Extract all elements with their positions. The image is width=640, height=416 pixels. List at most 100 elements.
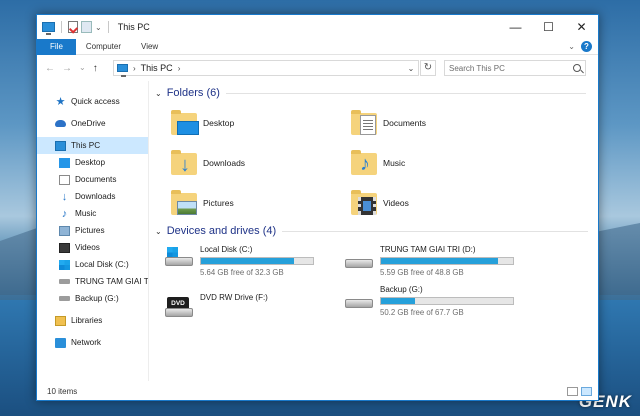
drive-free-space: 50.2 GB free of 67.7 GB xyxy=(380,308,464,317)
tab-computer[interactable]: Computer xyxy=(76,39,131,55)
devices-section-header[interactable]: ⌄ Devices and drives (4) xyxy=(155,225,589,237)
sidebar-item-label: Quick access xyxy=(71,97,120,106)
folders-header: Folders (6) xyxy=(166,87,220,99)
breadcrumb-this-pc[interactable]: This PC xyxy=(141,63,173,73)
customize-toolbar-icon[interactable]: ⌄ xyxy=(95,23,102,32)
breadcrumb-chevron-icon[interactable]: › xyxy=(178,64,181,73)
drive-free-space: 5.59 GB free of 48.8 GB xyxy=(380,268,464,277)
sidebar-item-label: Documents xyxy=(75,175,117,184)
sidebar-item-label: Local Disk (C:) xyxy=(75,260,129,269)
sidebar-item-backup[interactable]: Backup (G:) xyxy=(37,290,148,307)
folders-section-header[interactable]: ⌄ Folders (6) xyxy=(155,87,586,99)
dvd-drive-icon: DVD xyxy=(165,293,195,319)
navigation-pane: ★ Quick access OneDrive This PC Desktop D… xyxy=(37,81,149,381)
tab-file[interactable]: File xyxy=(37,38,76,55)
toolbar-separator xyxy=(61,21,62,33)
folder-label: Pictures xyxy=(203,198,234,208)
document-icon xyxy=(59,174,70,185)
window-title: This PC xyxy=(117,22,150,32)
view-switcher xyxy=(567,387,592,396)
close-button[interactable]: ✕ xyxy=(565,15,598,39)
sidebar-item-desktop[interactable]: Desktop xyxy=(37,154,148,171)
sidebar-item-this-pc[interactable]: This PC xyxy=(37,137,148,154)
drive-free-space: 5.64 GB free of 32.3 GB xyxy=(200,268,284,277)
star-icon: ★ xyxy=(55,95,66,108)
folder-videos[interactable]: Videos xyxy=(349,189,409,217)
pictures-folder-icon xyxy=(169,189,199,217)
explorer-window: ⌄ This PC — ☐ ✕ File Computer View ⌄ ? ←… xyxy=(36,14,599,401)
sidebar-item-label: Libraries xyxy=(71,316,103,325)
ribbon-tabs: File Computer View ⌄ ? xyxy=(37,38,598,55)
sidebar-item-downloads[interactable]: ↓ Downloads xyxy=(37,188,148,205)
quick-access-toolbar: ⌄ xyxy=(37,21,112,35)
music-folder-icon: ♪ xyxy=(349,149,379,177)
breadcrumb-chevron-icon[interactable]: › xyxy=(133,64,136,73)
properties-icon[interactable] xyxy=(68,21,78,33)
drive-backup-g[interactable]: Backup (G:) 50.2 GB free of 67.7 GB xyxy=(345,285,514,317)
drive-local-disk-c[interactable]: Local Disk (C:) 5.64 GB free of 32.3 GB xyxy=(165,245,314,277)
drive-icon xyxy=(59,296,70,301)
devices-header: Devices and drives (4) xyxy=(166,225,277,237)
recent-locations-icon[interactable]: ⌄ xyxy=(79,63,86,74)
sidebar-item-quick-access[interactable]: ★ Quick access xyxy=(37,93,148,110)
back-arrow-icon[interactable]: ← xyxy=(45,63,55,74)
sidebar-item-libraries[interactable]: Libraries xyxy=(37,312,148,329)
toolbar-separator xyxy=(107,21,109,33)
search-box[interactable]: Search This PC xyxy=(444,60,586,76)
tab-view[interactable]: View xyxy=(131,39,168,55)
sidebar-item-videos[interactable]: Videos xyxy=(37,239,148,256)
collapse-chevron-icon[interactable]: ⌄ xyxy=(155,89,162,98)
expand-ribbon-icon[interactable]: ⌄ xyxy=(568,42,575,51)
title-bar[interactable]: ⌄ This PC — ☐ ✕ xyxy=(37,15,598,39)
search-icon[interactable] xyxy=(573,64,581,72)
folder-music[interactable]: ♪ Music xyxy=(349,149,405,177)
forward-arrow-icon[interactable]: → xyxy=(62,63,72,74)
sidebar-item-label: OneDrive xyxy=(71,119,106,128)
new-folder-icon[interactable] xyxy=(81,21,92,33)
sidebar-item-label: Downloads xyxy=(75,192,116,201)
sidebar-item-label: Videos xyxy=(75,243,100,252)
collapse-chevron-icon[interactable]: ⌄ xyxy=(155,227,162,236)
download-icon: ↓ xyxy=(61,190,68,203)
address-dropdown-icon[interactable]: ⌄ xyxy=(404,64,418,73)
sidebar-item-pictures[interactable]: Pictures xyxy=(37,222,148,239)
folder-downloads[interactable]: ↓ Downloads xyxy=(169,149,245,177)
drive-usage-bar xyxy=(380,257,514,265)
large-icons-view-icon[interactable] xyxy=(581,387,592,396)
pictures-icon xyxy=(59,225,70,236)
details-view-icon[interactable] xyxy=(567,387,578,396)
sidebar-item-trung-tam[interactable]: TRUNG TAM GIAI T xyxy=(37,273,148,290)
network-icon xyxy=(55,337,66,348)
status-item-count: 10 items xyxy=(47,387,78,396)
sidebar-item-label: This PC xyxy=(71,141,101,150)
sidebar-item-documents[interactable]: Documents xyxy=(37,171,148,188)
drive-name: Backup (G:) xyxy=(380,285,423,294)
up-arrow-icon[interactable]: ↑ xyxy=(93,63,98,74)
folder-label: Music xyxy=(383,158,406,168)
drive-name: DVD RW Drive (F:) xyxy=(200,293,268,302)
folder-pictures[interactable]: Pictures xyxy=(169,189,234,217)
folder-label: Documents xyxy=(383,118,426,128)
drive-dvd-rw-f[interactable]: DVD DVD RW Drive (F:) xyxy=(165,293,268,319)
folder-desktop[interactable]: Desktop xyxy=(169,109,234,137)
sidebar-item-label: Network xyxy=(71,338,102,347)
sidebar-item-network[interactable]: Network xyxy=(37,334,148,351)
music-icon: ♪ xyxy=(61,207,68,220)
sidebar-item-label: Backup (G:) xyxy=(75,294,119,303)
videos-folder-icon xyxy=(349,189,379,217)
library-icon xyxy=(55,315,66,326)
maximize-button[interactable]: ☐ xyxy=(532,15,565,39)
refresh-button[interactable]: ↻ xyxy=(420,60,436,76)
address-bar[interactable]: › This PC › ⌄ xyxy=(113,60,419,77)
folder-documents[interactable]: Documents xyxy=(349,109,426,137)
sidebar-item-onedrive[interactable]: OneDrive xyxy=(37,115,148,132)
drive-trung-tam-d[interactable]: TRUNG TAM GIAI TRI (D:) 5.59 GB free of … xyxy=(345,245,514,277)
windows-drive-icon xyxy=(59,259,70,270)
help-icon[interactable]: ? xyxy=(581,41,592,52)
sidebar-item-label: Music xyxy=(75,209,97,218)
minimize-button[interactable]: — xyxy=(499,15,532,39)
desktop-icon xyxy=(59,157,70,168)
sidebar-item-music[interactable]: ♪ Music xyxy=(37,205,148,222)
sidebar-item-local-disk[interactable]: Local Disk (C:) xyxy=(37,256,148,273)
computer-icon xyxy=(55,140,66,151)
